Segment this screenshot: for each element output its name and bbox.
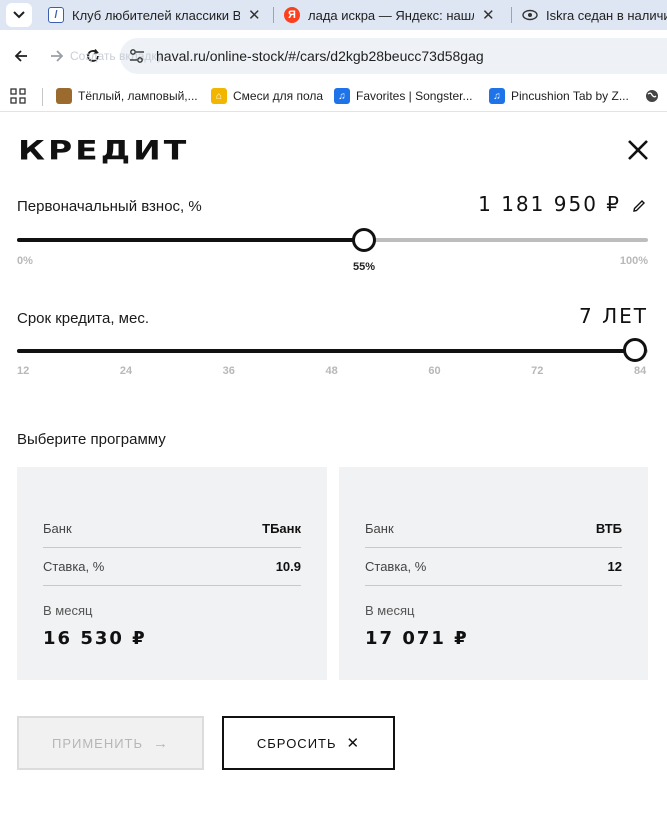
apply-button-label: ПРИМЕНИТЬ bbox=[51, 735, 144, 751]
program-card-vtb[interactable]: Банк ВТБ Ставка, % 12 В месяц 17 071 ₽ bbox=[339, 467, 648, 680]
chevron-down-icon bbox=[13, 11, 25, 19]
term-tick-label: 36 bbox=[222, 365, 235, 377]
close-icon[interactable]: ✕ bbox=[248, 6, 261, 24]
rate-label: Ставка, % bbox=[43, 558, 105, 574]
rate-label: Ставка, % bbox=[365, 558, 427, 574]
bookmark-label: Тёплый, ламповый,... bbox=[78, 89, 198, 103]
tab-strip: / Клуб любителей классики ВАЗ ✕ Я лада и… bbox=[0, 0, 667, 30]
arrow-left-icon bbox=[14, 50, 27, 62]
bank-value: ВТБ bbox=[595, 520, 622, 536]
house-icon: ⌂ bbox=[211, 88, 227, 104]
browser-toolbar: Создать вкладку haval.ru/online-stock/#/… bbox=[0, 30, 667, 80]
browser-tab[interactable]: Я лада искра — Яндекс: нашлось ✕ bbox=[284, 0, 500, 30]
bookmark-label: Pincushion Tab by Z... bbox=[511, 89, 629, 103]
term-tick-label: 72 bbox=[531, 365, 544, 377]
bookmark-item[interactable]: Тёплый, ламповый,... bbox=[56, 85, 198, 107]
close-icon bbox=[628, 140, 648, 160]
close-button[interactable] bbox=[624, 136, 652, 164]
arrow-right-icon: → bbox=[153, 734, 170, 752]
globe-icon bbox=[646, 90, 658, 102]
bookmark-item[interactable]: ♫ Favorites | Songster... bbox=[334, 85, 473, 107]
tab-search-button[interactable] bbox=[6, 3, 32, 27]
address-bar[interactable]: Создать вкладку haval.ru/online-stock/#/… bbox=[70, 38, 667, 74]
bookmark-item[interactable]: ♫ Pincushion Tab by Z... bbox=[489, 85, 629, 107]
program-card-tbank[interactable]: Банк ТБанк Ставка, % 10.9 В месяц 16 530… bbox=[17, 467, 327, 680]
down-payment-min-label: 0% bbox=[17, 255, 33, 267]
monthly-payment-value: 17 071 ₽ bbox=[365, 628, 469, 649]
monthly-label: В месяц bbox=[43, 603, 93, 618]
term-value: 7 ЛЕТ bbox=[579, 304, 648, 328]
forward-button[interactable] bbox=[46, 45, 68, 67]
term-tick-label: 12 bbox=[17, 365, 30, 377]
close-icon: ✕ bbox=[346, 735, 361, 752]
site-settings-icon[interactable] bbox=[128, 48, 146, 64]
program-section-title: Выберите программу bbox=[17, 431, 166, 448]
tab-title: лада искра — Яндекс: нашлось bbox=[308, 7, 474, 23]
omnibox-tooltip: Создать вкладку bbox=[70, 49, 163, 63]
songsterr-icon: ♫ bbox=[489, 88, 505, 104]
down-payment-value[interactable]: 1 181 950 ₽ bbox=[478, 192, 621, 216]
bank-label: Банк bbox=[43, 520, 72, 536]
card-divider bbox=[365, 585, 622, 586]
apps-button[interactable] bbox=[10, 85, 26, 107]
bookmark-item[interactable]: ⌂ Смеси для пола bbox=[211, 85, 323, 107]
term-tick-label: 48 bbox=[325, 365, 338, 377]
close-icon[interactable]: ✕ bbox=[482, 6, 495, 24]
card-divider bbox=[43, 585, 301, 586]
rate-value: 12 bbox=[607, 558, 622, 574]
term-slider-thumb[interactable] bbox=[623, 338, 647, 362]
bookmark-label: Favorites | Songster... bbox=[356, 89, 473, 103]
bookmark-label: Смеси для пола bbox=[233, 89, 324, 103]
term-tick-label: 84 bbox=[634, 365, 647, 377]
pencil-icon[interactable] bbox=[631, 198, 647, 214]
down-payment-max-label: 100% bbox=[619, 255, 648, 267]
term-track-fill bbox=[17, 349, 635, 353]
bookmarks-bar: Тёплый, ламповый,... ⌂ Смеси для пола ♫ … bbox=[0, 80, 667, 112]
back-button[interactable] bbox=[10, 45, 32, 67]
down-payment-percent: 55% bbox=[353, 261, 376, 273]
browser-tab[interactable]: / Клуб любителей классики ВАЗ ✕ bbox=[48, 0, 264, 30]
rate-row: Ставка, % 10.9 bbox=[43, 547, 301, 585]
monthly-payment-value: 16 530 ₽ bbox=[43, 628, 147, 649]
tab-title: Клуб любителей классики ВАЗ bbox=[72, 7, 240, 23]
term-tick-label: 24 bbox=[119, 365, 133, 377]
globe-bookmark[interactable] bbox=[645, 85, 659, 107]
down-payment-track-fill bbox=[17, 238, 365, 242]
apply-button[interactable]: ПРИМЕНИТЬ → bbox=[17, 716, 204, 770]
yandex-icon: Я bbox=[284, 7, 300, 23]
bank-label: Банк bbox=[365, 520, 394, 536]
rate-value: 10.9 bbox=[275, 558, 301, 574]
bank-row: Банк ВТБ bbox=[365, 509, 622, 547]
reset-button[interactable]: СБРОСИТЬ ✕ bbox=[222, 716, 395, 770]
apps-grid-icon bbox=[10, 88, 26, 104]
bookmarks-divider bbox=[42, 88, 43, 106]
eye-icon bbox=[522, 7, 538, 23]
songsterr-icon: ♫ bbox=[334, 88, 350, 104]
bank-row: Банк ТБанк bbox=[43, 509, 301, 547]
tab-divider bbox=[273, 7, 274, 23]
term-label: Срок кредита, мес. bbox=[17, 310, 149, 327]
browser-tab[interactable]: Iskra седан в наличии bbox=[522, 0, 667, 30]
forum-icon: / bbox=[48, 7, 64, 23]
term-tick-label: 60 bbox=[428, 365, 441, 377]
url-text: haval.ru/online-stock/#/cars/d2kgb28beuc… bbox=[156, 48, 484, 64]
down-payment-label: Первоначальный взнос, % bbox=[17, 198, 202, 215]
down-payment-slider-thumb[interactable] bbox=[352, 228, 377, 252]
wood-icon bbox=[56, 88, 72, 104]
reset-button-label: СБРОСИТЬ bbox=[256, 735, 337, 751]
tab-title: Iskra седан в наличии bbox=[546, 7, 667, 23]
tab-divider bbox=[511, 7, 512, 23]
monthly-label: В месяц bbox=[365, 603, 415, 618]
arrow-right-icon bbox=[51, 50, 64, 62]
rate-row: Ставка, % 12 bbox=[365, 547, 622, 585]
bank-value: ТБанк bbox=[262, 520, 301, 536]
page-title: КРЕДИТ bbox=[18, 134, 190, 166]
